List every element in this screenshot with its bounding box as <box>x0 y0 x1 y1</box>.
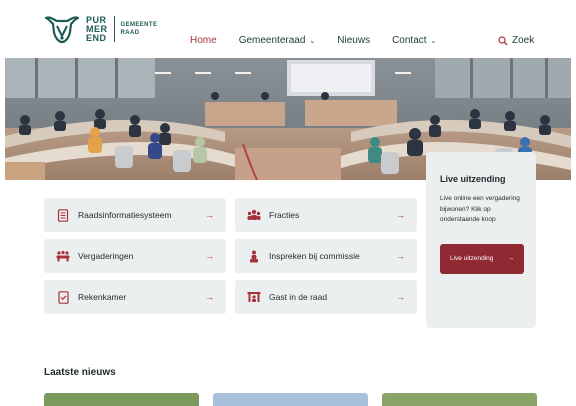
live-button-label: Live uitzending <box>450 255 494 262</box>
search-label: Zoek <box>512 35 535 46</box>
nav-gemeenteraad-label: Gemeenteraad <box>238 35 306 46</box>
search-icon <box>498 35 508 45</box>
latest-news-heading: Laatste nieuws <box>44 367 116 378</box>
card-rekenkamer[interactable]: Rekenkamer → <box>44 280 226 314</box>
nav-contact[interactable]: Contact ⌄ <box>392 35 436 46</box>
card-label: Rekenkamer <box>78 292 127 302</box>
card-vergaderingen[interactable]: Vergaderingen → <box>44 239 226 273</box>
card-label: Fracties <box>269 210 300 220</box>
card-label: Raadsinformatiesysteem <box>78 210 172 220</box>
card-inspreken-bij-commissie[interactable]: Inspreken bij commissie → <box>235 239 417 273</box>
news-thumbnail[interactable] <box>44 393 199 406</box>
people-group-icon <box>247 208 261 222</box>
nav-home[interactable]: Home <box>190 35 217 46</box>
arrow-right-icon: → <box>507 255 515 262</box>
meeting-icon <box>56 249 70 263</box>
news-thumbnail[interactable] <box>382 393 537 406</box>
speaker-person-icon <box>247 249 261 263</box>
search-button[interactable]: Zoek <box>498 35 534 46</box>
card-label: Gast in de raad <box>269 292 328 302</box>
main-nav: Home Gemeenteraad ⌄ Nieuws Contact ⌄ <box>190 35 458 46</box>
live-broadcast-panel: Live uitzending Live online een vergader… <box>426 152 536 328</box>
arrow-right-icon: → <box>205 292 214 302</box>
logo-divider <box>113 16 115 42</box>
book-check-icon <box>56 290 70 304</box>
nav-nieuws-label: Nieuws <box>337 35 371 46</box>
card-gast-in-de-raad[interactable]: Gast in de raad → <box>235 280 417 314</box>
guest-seats-icon <box>247 290 261 304</box>
nav-contact-label: Contact <box>392 35 427 46</box>
card-label: Inspreken bij commissie <box>269 251 360 261</box>
chevron-down-icon: ⌄ <box>430 37 437 45</box>
live-broadcast-button[interactable]: Live uitzending → <box>440 243 524 274</box>
purmerend-logo[interactable]: PUR MER END GEMEENTE RAAD <box>44 14 157 44</box>
arrow-right-icon: → <box>396 292 405 302</box>
logo-sub-1: GEMEENTE <box>120 22 158 28</box>
logo-subtitle: GEMEENTE RAAD <box>121 21 158 37</box>
bull-head-logo-icon <box>44 16 80 44</box>
logo-sub-2: RAAD <box>120 30 140 36</box>
arrow-right-icon: → <box>396 210 405 220</box>
arrow-right-icon: → <box>205 210 214 220</box>
logo-word-3: END <box>86 32 107 43</box>
news-thumbnail[interactable] <box>213 393 368 406</box>
card-raadsinformatiesysteem[interactable]: Raadsinformatiesysteem → <box>44 198 226 232</box>
nav-gemeenteraad[interactable]: Gemeenteraad ⌄ <box>239 35 316 46</box>
document-list-icon <box>56 208 70 222</box>
chevron-down-icon: ⌄ <box>309 37 316 45</box>
logo-wordmark: PUR MER END <box>86 15 108 43</box>
live-description: Live online een vergadering bijwonen? Kl… <box>440 195 520 223</box>
arrow-right-icon: → <box>205 251 214 261</box>
live-title: Live uitzending <box>440 174 506 184</box>
nav-nieuws[interactable]: Nieuws <box>337 35 370 46</box>
nav-home-label: Home <box>190 35 217 46</box>
card-fracties[interactable]: Fracties → <box>235 198 417 232</box>
arrow-right-icon: → <box>396 251 405 261</box>
site-header: PUR MER END GEMEENTE RAAD Home Gemeenter… <box>0 0 576 58</box>
card-label: Vergaderingen <box>78 251 134 261</box>
